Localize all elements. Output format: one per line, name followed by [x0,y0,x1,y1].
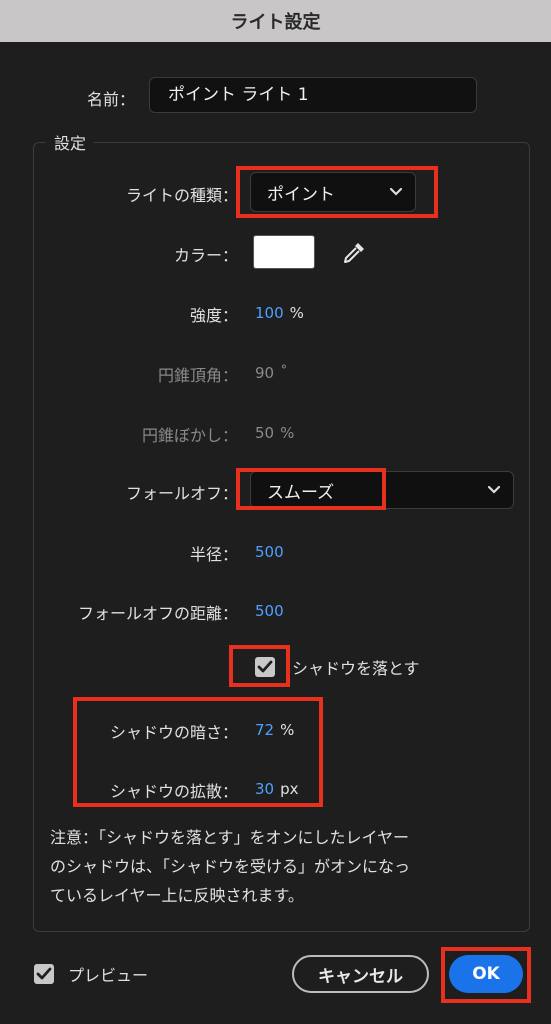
note-line: 注意：「シャドウを落とす」をオンにしたレイヤー [50,828,410,847]
intensity-value: 100 [255,304,284,322]
highlight-box [73,697,323,807]
highlight-box [236,468,386,510]
cone-angle-field: 90 ˚ [255,364,288,382]
casts-shadows-label: シャドウを落とす [292,659,420,678]
note-line: ているレイヤー上に反映されます。 [50,886,304,905]
eyedropper-icon[interactable] [341,240,367,266]
dialog-title: ライト設定 [230,12,321,33]
color-label: カラー： [173,246,238,265]
cone-feather-label: 円錐ぼかし： [141,426,238,445]
highlight-box [236,166,438,218]
shadow-note: 注意：「シャドウを落とす」をオンにしたレイヤー のシャドウは、「シャドウを受ける… [50,823,515,910]
cone-angle-label: 円錐頂角： [157,366,238,385]
chevron-down-icon [487,483,501,497]
cone-feather-unit: % [280,424,295,442]
preview-label: プレビュー [68,966,149,985]
name-label: 名前： [86,90,135,109]
highlight-box [229,645,290,687]
intensity-label: 強度： [189,306,238,325]
cone-angle-unit: ˚ [280,364,288,382]
cone-angle-value: 90 [255,364,275,382]
cancel-button[interactable]: キャンセル [292,955,429,993]
note-line: のシャドウは、「シャドウを受ける」がオンになっ [50,857,411,876]
light-type-label: ライトの種類： [125,186,238,205]
cone-feather-field: 50% [255,424,294,442]
falloff-distance-label: フォールオフの距離： [77,604,238,623]
settings-legend: 設定 [46,130,95,154]
light-name-input[interactable]: ポイント ライト 1 [149,77,477,113]
radius-label: 半径： [189,545,238,564]
falloff-label: フォールオフ： [125,484,238,503]
checkmark-icon [36,967,52,980]
falloff-distance-value[interactable]: 500 [255,602,284,620]
cone-feather-value: 50 [255,424,275,442]
intensity-unit: % [289,304,304,322]
preview-checkbox[interactable] [34,964,54,984]
highlight-box [441,947,531,1003]
dialog-title-bar: ライト設定 [0,0,551,42]
radius-value[interactable]: 500 [255,543,284,561]
color-swatch[interactable] [253,235,315,269]
intensity-field[interactable]: 100% [255,304,304,322]
